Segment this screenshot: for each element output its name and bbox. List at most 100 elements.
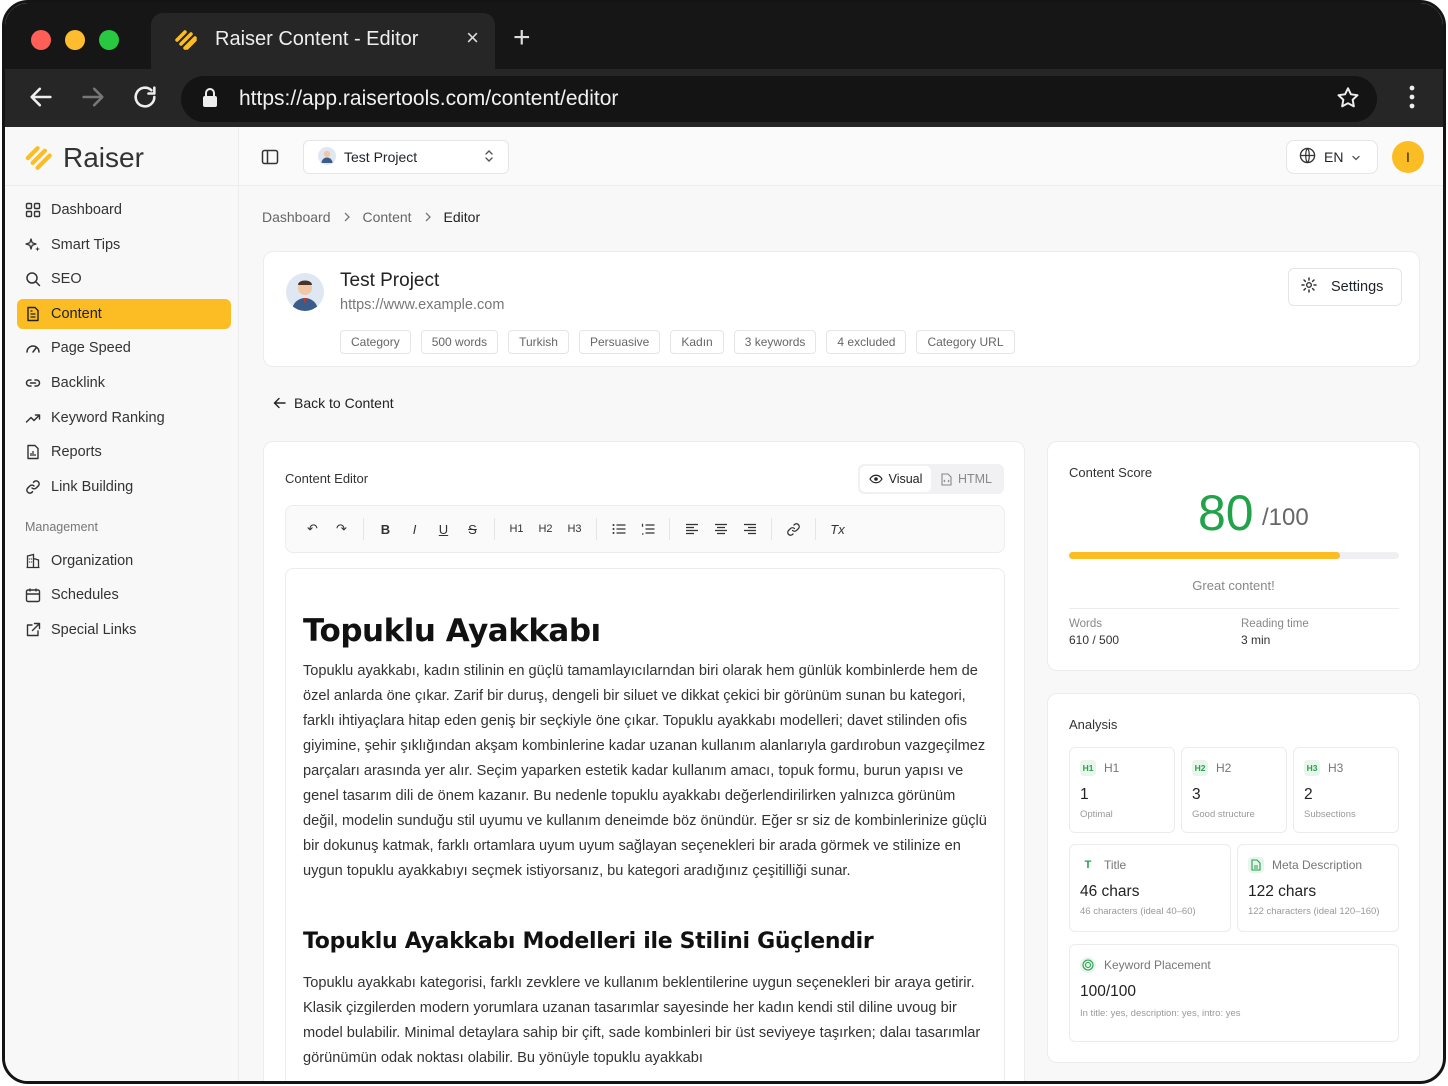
tag: Persuasive xyxy=(578,330,661,354)
ordered-list-button[interactable] xyxy=(633,523,662,535)
content-score-card: Content Score 80 /100 Great content! Wor… xyxy=(1047,441,1420,671)
h2-value: 3 xyxy=(1192,786,1201,803)
sidebar-toggle-icon[interactable] xyxy=(261,148,279,171)
reading-time-label: Reading time xyxy=(1241,618,1309,630)
strikethrough-button[interactable]: S xyxy=(458,522,487,537)
sidebar-item-label: SEO xyxy=(51,271,82,288)
project-url[interactable]: https://www.example.com xyxy=(340,297,504,313)
close-tab-icon[interactable]: × xyxy=(466,25,479,51)
words-label: Words xyxy=(1069,618,1103,630)
score-message: Great content! xyxy=(1192,578,1275,593)
project-select-value: Test Project xyxy=(344,149,418,165)
h2-icon: H2 xyxy=(1192,760,1208,776)
h3-sub: Subsections xyxy=(1304,809,1356,820)
breadcrumb-dashboard[interactable]: Dashboard xyxy=(262,209,331,225)
score-value: 80 xyxy=(1198,485,1254,541)
bold-button[interactable]: B xyxy=(371,522,400,537)
document-icon xyxy=(1248,857,1264,873)
maximize-window-button[interactable] xyxy=(99,30,119,50)
close-window-button[interactable] xyxy=(31,30,51,50)
chevron-right-icon xyxy=(343,209,351,225)
clear-format-button[interactable]: Tx xyxy=(823,522,852,537)
building-icon xyxy=(26,553,40,568)
project-avatar xyxy=(286,273,324,311)
keyword-value: 100/100 xyxy=(1080,983,1137,1000)
back-arrow-icon[interactable] xyxy=(27,83,55,116)
chevron-down-icon xyxy=(1351,149,1361,165)
project-select[interactable]: Test Project xyxy=(303,140,509,174)
heading1-button[interactable]: H1 xyxy=(502,523,531,535)
brand[interactable]: Raiser xyxy=(23,141,144,175)
forward-arrow-icon[interactable] xyxy=(79,83,107,116)
link-icon xyxy=(25,379,41,387)
sidebar-item-reports[interactable]: Reports xyxy=(17,437,231,467)
tag: 4 excluded xyxy=(826,330,907,354)
browser-menu-icon[interactable] xyxy=(1409,85,1415,114)
sidebar-item-dashboard[interactable]: Dashboard xyxy=(17,195,231,225)
view-html-button[interactable]: HTML xyxy=(931,466,1002,492)
sidebar-item-keyword-ranking[interactable]: Keyword Ranking xyxy=(17,403,231,433)
back-to-content-link[interactable]: Back to Content xyxy=(273,395,394,411)
browser-toolbar: https://app.raisertools.com/content/edit… xyxy=(5,69,1443,127)
settings-button[interactable]: Settings xyxy=(1288,268,1402,306)
new-tab-button[interactable]: + xyxy=(513,23,531,53)
file-code-icon xyxy=(941,472,952,486)
align-left-button[interactable] xyxy=(677,523,706,535)
tag: Kadın xyxy=(670,330,724,354)
h3-value: 2 xyxy=(1304,786,1313,803)
sidebar-item-smart-tips[interactable]: Smart Tips xyxy=(17,230,231,260)
h1-icon: H1 xyxy=(1080,760,1096,776)
sidebar-item-organization[interactable]: Organization xyxy=(17,546,231,576)
breadcrumb-content[interactable]: Content xyxy=(363,209,412,225)
sidebar-section-management: Management xyxy=(25,519,98,534)
h1-label: H1 xyxy=(1104,761,1120,775)
address-bar[interactable]: https://app.raisertools.com/content/edit… xyxy=(181,76,1377,122)
content-editor-card: Content Editor Visual HTML ↶ ↷ B I U S H… xyxy=(263,441,1025,1081)
bullet-list-icon xyxy=(612,524,625,534)
align-center-icon xyxy=(714,523,727,535)
sidebar-item-special-links[interactable]: Special Links xyxy=(17,615,231,645)
sidebar-item-seo[interactable]: SEO xyxy=(17,264,231,294)
tab-title: Raiser Content - Editor xyxy=(215,28,419,50)
italic-button[interactable]: I xyxy=(400,522,429,537)
reload-icon[interactable] xyxy=(131,83,159,116)
back-label: Back to Content xyxy=(294,395,394,411)
view-visual-button[interactable]: Visual xyxy=(860,466,931,492)
user-avatar[interactable]: I xyxy=(1392,141,1424,173)
title-metric-label: Title xyxy=(1104,858,1127,872)
underline-button[interactable]: U xyxy=(429,522,458,537)
language-select[interactable]: EN xyxy=(1286,140,1378,174)
external-link-icon xyxy=(26,622,41,637)
heading2-button[interactable]: H2 xyxy=(531,523,560,535)
h1-value: 1 xyxy=(1080,786,1089,803)
bullet-list-button[interactable] xyxy=(604,523,633,535)
gauge-icon xyxy=(26,345,40,354)
words-stat: Words 610 / 500 xyxy=(1069,618,1119,647)
sidebar-item-content[interactable]: Content xyxy=(17,298,231,329)
heading3-button[interactable]: H3 xyxy=(560,523,589,535)
sidebar-item-label: Keyword Ranking xyxy=(51,409,165,426)
tag: Category xyxy=(340,330,411,354)
redo-button[interactable]: ↷ xyxy=(327,521,356,537)
sidebar-item-link-building[interactable]: Link Building xyxy=(17,472,231,502)
sidebar-item-label: Organization xyxy=(51,552,134,569)
bookmark-star-icon[interactable] xyxy=(1335,85,1361,116)
score-max: /100 xyxy=(1262,504,1309,531)
sidebar-item-page-speed[interactable]: Page Speed xyxy=(17,333,231,363)
sidebar-item-backlink[interactable]: Backlink xyxy=(17,368,231,398)
align-right-button[interactable] xyxy=(735,523,764,535)
sidebar-item-schedules[interactable]: Schedules xyxy=(17,580,231,610)
minimize-window-button[interactable] xyxy=(65,30,85,50)
title-metric-value: 46 chars xyxy=(1080,883,1140,900)
align-center-button[interactable] xyxy=(706,523,735,535)
browser-tab[interactable]: Raiser Content - Editor × xyxy=(151,13,495,69)
sparkles-icon xyxy=(25,237,40,252)
h3-icon: H3 xyxy=(1304,760,1320,776)
undo-button[interactable]: ↶ xyxy=(298,521,327,537)
h2-metric: H2 H2 3 Good structure xyxy=(1181,747,1287,833)
document-editor[interactable]: Topuklu Ayakkabı Topuklu ayakkabı, kadın… xyxy=(285,568,1005,1081)
view-toggle: Visual HTML xyxy=(858,464,1004,494)
project-tags: Category 500 words Turkish Persuasive Ka… xyxy=(340,330,1015,354)
insert-link-button[interactable] xyxy=(779,522,808,537)
sidebar-item-label: Content xyxy=(51,305,102,322)
